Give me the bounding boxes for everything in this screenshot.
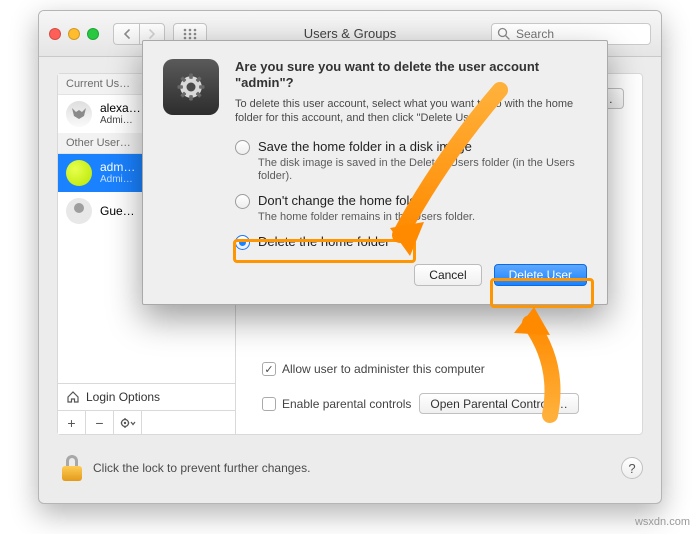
close-window-icon[interactable] xyxy=(49,28,61,40)
minimize-window-icon[interactable] xyxy=(68,28,80,40)
option-label: Don't change the home folder xyxy=(258,193,428,208)
home-icon xyxy=(66,390,80,404)
zoom-window-icon[interactable] xyxy=(87,28,99,40)
avatar xyxy=(66,160,92,186)
user-name: Gue… xyxy=(100,205,135,218)
allow-admin-checkbox[interactable]: ✓ xyxy=(262,362,276,376)
login-options[interactable]: Login Options xyxy=(58,383,235,410)
radio-icon[interactable] xyxy=(235,140,250,155)
parental-controls-row: Enable parental controls Open Parental C… xyxy=(262,393,626,414)
users-groups-prefs-icon xyxy=(163,59,219,115)
sheet-description: To delete this user account, select what… xyxy=(235,97,587,125)
enable-parental-row[interactable]: Enable parental controls xyxy=(262,397,411,411)
user-role: Admi… xyxy=(100,174,135,185)
back-button[interactable] xyxy=(113,23,139,45)
gear-icon xyxy=(120,417,136,429)
enable-parental-checkbox[interactable] xyxy=(262,397,276,411)
window-controls xyxy=(49,28,99,40)
lock-text: Click the lock to prevent further change… xyxy=(93,461,310,475)
add-user-button[interactable]: + xyxy=(58,411,86,435)
option-delete-folder[interactable]: Delete the home folder xyxy=(235,234,587,250)
option-label: Save the home folder in a disk image xyxy=(258,139,472,154)
cancel-button[interactable]: Cancel xyxy=(414,264,481,286)
enable-parental-label: Enable parental controls xyxy=(282,397,411,411)
option-hint: The disk image is saved in the Deleted U… xyxy=(258,157,587,183)
radio-icon[interactable] xyxy=(235,235,250,250)
radio-icon[interactable] xyxy=(235,194,250,209)
allow-admin-label: Allow user to administer this computer xyxy=(282,362,485,376)
option-save-disk-image[interactable]: Save the home folder in a disk image xyxy=(235,139,587,155)
user-name: adm… xyxy=(100,161,135,174)
option-hint: The home folder remains in the Users fol… xyxy=(258,211,587,224)
user-name: alexa… xyxy=(100,102,141,115)
delete-user-button[interactable]: Delete User xyxy=(494,264,587,286)
allow-admin-row[interactable]: ✓ Allow user to administer this computer xyxy=(262,362,485,376)
watermark: wsxdn.com xyxy=(635,516,690,528)
actions-menu-button[interactable] xyxy=(114,411,142,435)
grid-icon xyxy=(183,28,197,40)
sheet-title: Are you sure you want to delete the user… xyxy=(235,59,587,91)
delete-user-sheet: Are you sure you want to delete the user… xyxy=(142,40,608,305)
option-dont-change[interactable]: Don't change the home folder xyxy=(235,193,587,209)
avatar xyxy=(66,101,92,127)
user-role: Admi… xyxy=(100,115,141,126)
lock-row: Click the lock to prevent further change… xyxy=(57,455,643,481)
remove-user-button[interactable]: − xyxy=(86,411,114,435)
open-parental-button[interactable]: Open Parental Controls… xyxy=(419,393,578,414)
lock-icon[interactable] xyxy=(61,455,83,481)
avatar xyxy=(66,198,92,224)
login-options-label: Login Options xyxy=(86,390,160,404)
help-button[interactable]: ? xyxy=(621,457,643,479)
option-label: Delete the home folder xyxy=(258,234,390,249)
sidebar-bottom-bar: + − xyxy=(58,410,235,434)
